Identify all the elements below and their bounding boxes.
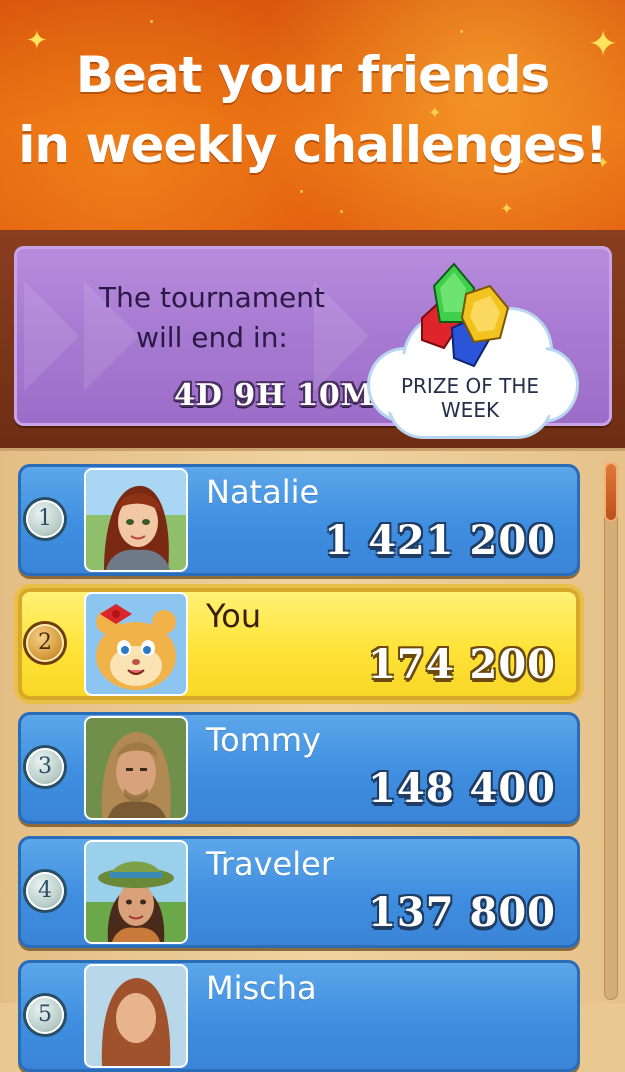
- player-name: Natalie: [206, 473, 320, 511]
- headline-line-1: Beat your friends: [75, 46, 550, 104]
- prize-of-week-label: PRIZE OF THE WEEK: [400, 374, 540, 422]
- sparkle-icon: ✦: [500, 199, 514, 218]
- player-name: Tommy: [206, 721, 321, 759]
- rank-badge: 2: [26, 624, 64, 662]
- headline-line-2: in weekly challenges!: [18, 116, 608, 174]
- rank-badge: 5: [26, 996, 64, 1034]
- player-name: Traveler: [206, 845, 334, 883]
- player-name: Mischa: [206, 969, 317, 1007]
- gems-icon: [421, 262, 510, 368]
- natalie-avatar-icon: [86, 470, 186, 570]
- rank-badge: 3: [26, 748, 64, 786]
- promo-header: ✦ ✦ ✦ ✦ ✦ Beat your friends in weekly ch…: [0, 0, 625, 232]
- tommy-avatar-icon: [86, 718, 186, 818]
- player-score: 1 421 200: [324, 517, 556, 564]
- player-score: 137 800: [368, 889, 556, 936]
- hamster-avatar-icon: [86, 594, 186, 694]
- rank-badge: 1: [26, 500, 64, 538]
- rank-badge: 4: [26, 872, 64, 910]
- mischa-avatar-icon: [86, 966, 186, 1066]
- scrollbar-track[interactable]: [604, 462, 618, 1000]
- tournament-ends-label: The tournament will end in:: [99, 281, 325, 354]
- leaderboard-row-you[interactable]: 2 You 174 200: [18, 588, 580, 700]
- player-score: 174 200: [368, 641, 556, 688]
- leaderboard-row[interactable]: 3 Tommy 148 400: [18, 712, 580, 824]
- scrollbar-thumb[interactable]: [604, 462, 618, 522]
- player-name: You: [206, 597, 262, 635]
- leaderboard-row[interactable]: 4 Traveler 137 800: [18, 836, 580, 948]
- leaderboard-row[interactable]: 5 Mischa: [18, 960, 580, 1072]
- traveler-avatar-icon: [86, 842, 186, 942]
- player-score: 148 400: [368, 765, 556, 812]
- headline: Beat your friends in weekly challenges!: [0, 40, 625, 180]
- leaderboard-row[interactable]: 1 Natalie 1 421 200: [18, 464, 580, 576]
